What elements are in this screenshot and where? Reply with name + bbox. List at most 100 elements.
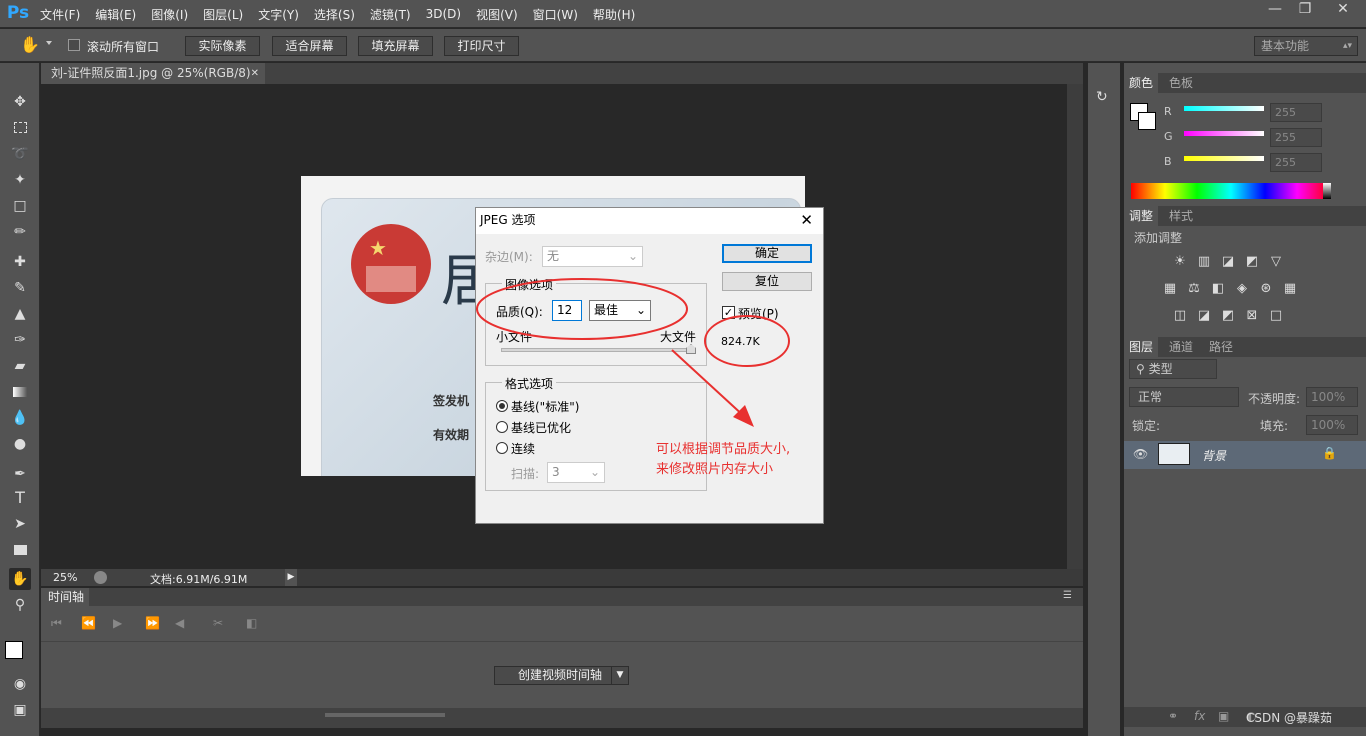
radio-baseline-optimized[interactable] [496, 421, 508, 433]
channel-mixer-icon[interactable]: ⊛ [1258, 281, 1274, 297]
chevron-down-icon[interactable] [46, 41, 52, 45]
tab-channels[interactable]: 通道 [1164, 337, 1198, 357]
color-lookup-icon[interactable]: ▦ [1282, 281, 1298, 297]
tab-swatches[interactable]: 色板 [1164, 73, 1198, 93]
radio-progressive[interactable] [496, 442, 508, 454]
format-option-label[interactable]: 连续 [511, 440, 535, 457]
link-icon[interactable]: ⚭ [1168, 709, 1178, 723]
menu-item[interactable]: 视图(V) [476, 6, 518, 23]
color-spectrum[interactable] [1131, 183, 1331, 199]
quick-mask-icon[interactable]: ◉ [9, 673, 31, 695]
path-select-icon[interactable]: ➤ [9, 513, 31, 535]
eyedropper-icon[interactable]: ✏ [9, 221, 31, 243]
channel-slider[interactable] [1184, 106, 1264, 111]
menu-item[interactable]: 图像(I) [151, 6, 188, 23]
status-arrow-icon[interactable]: ▶ [285, 569, 297, 586]
fx-icon[interactable]: fx [1194, 709, 1205, 723]
matte-select[interactable]: 无 ⌄ [542, 246, 643, 267]
scans-select[interactable]: 3 ⌄ [547, 462, 605, 483]
levels-icon[interactable]: ▥ [1196, 254, 1212, 270]
hue-saturation-icon[interactable]: ▦ [1162, 281, 1178, 297]
tab-adjustments[interactable]: 调整 [1124, 206, 1159, 226]
mask-icon[interactable]: ▣ [1218, 709, 1229, 723]
quality-preset-select[interactable]: 最佳 ⌄ [589, 300, 651, 321]
zoom-tool-icon[interactable]: ⚲ [9, 594, 31, 616]
channel-slider[interactable] [1184, 131, 1264, 136]
gradient-tool-icon[interactable] [9, 381, 31, 403]
workspace-select[interactable]: 基本功能 ▴▾ [1254, 36, 1358, 56]
blur-tool-icon[interactable]: 💧 [9, 407, 31, 429]
timeline-tab[interactable]: 时间轴 [41, 588, 89, 606]
document-tab[interactable]: 刘-证件照反面1.jpg @ 25%(RGB/8) ✕ [41, 63, 265, 84]
scissors-icon[interactable]: ✂ [213, 616, 223, 630]
close-icon[interactable]: ✕ [251, 63, 259, 84]
brightness-icon[interactable]: ☀ [1172, 254, 1188, 270]
history-brush-icon[interactable]: ✑ [9, 329, 31, 351]
menu-item[interactable]: 滤镜(T) [370, 6, 411, 23]
type-tool-icon[interactable]: T [9, 487, 31, 509]
color-balance-icon[interactable]: ⚖ [1186, 281, 1202, 297]
menu-item[interactable]: 文件(F) [40, 6, 80, 23]
radio-baseline-standard[interactable] [496, 400, 508, 412]
format-option-label[interactable]: 基线已优化 [511, 419, 571, 436]
menu-item[interactable]: 编辑(E) [95, 6, 136, 23]
create-video-timeline-button[interactable]: 创建视频时间轴 [494, 666, 626, 685]
background-color-swatch[interactable] [1138, 112, 1156, 130]
move-tool-icon[interactable]: ✥ [9, 91, 31, 113]
menu-item[interactable]: 选择(S) [314, 6, 355, 23]
next-frame-icon[interactable]: ⏩ [145, 616, 160, 630]
fit-screen-button[interactable]: 适合屏幕 [272, 36, 347, 56]
invert-icon[interactable]: ◫ [1172, 308, 1188, 324]
menu-item[interactable]: 文字(Y) [258, 6, 299, 23]
screen-mode-icon[interactable]: ▣ [9, 699, 31, 721]
foreground-color-swatch[interactable] [5, 641, 23, 659]
status-info-icon[interactable] [94, 571, 107, 584]
channel-value-input[interactable]: 255 [1270, 153, 1322, 172]
preview-checkbox[interactable]: ✓ [722, 306, 735, 319]
rectangle-tool-icon[interactable] [9, 539, 31, 561]
healing-brush-icon[interactable]: ✚ [9, 251, 31, 273]
audio-icon[interactable]: ◀ [175, 616, 184, 630]
channel-value-input[interactable]: 255 [1270, 128, 1322, 147]
fill-screen-button[interactable]: 填充屏幕 [358, 36, 433, 56]
format-option-label[interactable]: 基线("标准") [511, 398, 579, 415]
vertical-scrollbar[interactable] [1067, 84, 1083, 570]
posterize-icon[interactable]: ◪ [1196, 308, 1212, 324]
scroll-all-checkbox[interactable] [68, 39, 80, 51]
gradient-map-icon[interactable]: □ [1268, 308, 1284, 324]
tab-color[interactable]: 颜色 [1124, 73, 1159, 93]
crop-tool-icon[interactable]: □ [9, 195, 31, 217]
clone-stamp-icon[interactable]: ▲ [9, 303, 31, 325]
blend-mode-select[interactable]: 正常 [1129, 387, 1239, 407]
zoom-level[interactable]: 25% [53, 571, 77, 584]
chevron-down-icon[interactable]: ▼ [611, 666, 629, 685]
layer-row[interactable]: 👁 背景 🔒 [1124, 441, 1366, 469]
tab-styles[interactable]: 样式 [1164, 206, 1198, 226]
channel-slider[interactable] [1184, 156, 1264, 161]
print-size-button[interactable]: 打印尺寸 [444, 36, 519, 56]
actual-pixels-button[interactable]: 实际像素 [185, 36, 260, 56]
first-frame-icon[interactable]: ⏮ [51, 616, 62, 631]
visibility-eye-icon[interactable]: 👁 [1133, 447, 1148, 461]
ok-button[interactable]: 确定 [722, 244, 812, 263]
dodge-tool-icon[interactable]: ● [9, 433, 31, 455]
prev-frame-icon[interactable]: ⏪ [81, 616, 96, 630]
menu-item[interactable]: 图层(L) [203, 6, 243, 23]
pen-tool-icon[interactable]: ✒ [9, 463, 31, 485]
lasso-tool-icon[interactable]: ➰ [9, 143, 31, 165]
history-panel-icon[interactable]: ↻ [1096, 89, 1108, 105]
close-icon[interactable]: ✕ [800, 208, 813, 232]
opacity-input[interactable]: 100% [1306, 387, 1358, 407]
tab-paths[interactable]: 路径 [1204, 337, 1238, 357]
close-icon[interactable]: ✕ [1320, 0, 1366, 20]
photo-filter-icon[interactable]: ◈ [1234, 281, 1250, 297]
magic-wand-icon[interactable]: ✦ [9, 169, 31, 191]
marquee-tool-icon[interactable] [9, 117, 31, 139]
hand-tool-icon[interactable]: ✋ [20, 35, 40, 54]
minimize-icon[interactable]: — [1260, 0, 1290, 20]
threshold-icon[interactable]: ◩ [1220, 308, 1236, 324]
vibrance-icon[interactable]: ▽ [1268, 254, 1284, 270]
quality-slider-track[interactable] [501, 348, 691, 352]
curves-icon[interactable]: ◪ [1220, 254, 1236, 270]
hand-tool-icon[interactable]: ✋ [9, 568, 31, 590]
